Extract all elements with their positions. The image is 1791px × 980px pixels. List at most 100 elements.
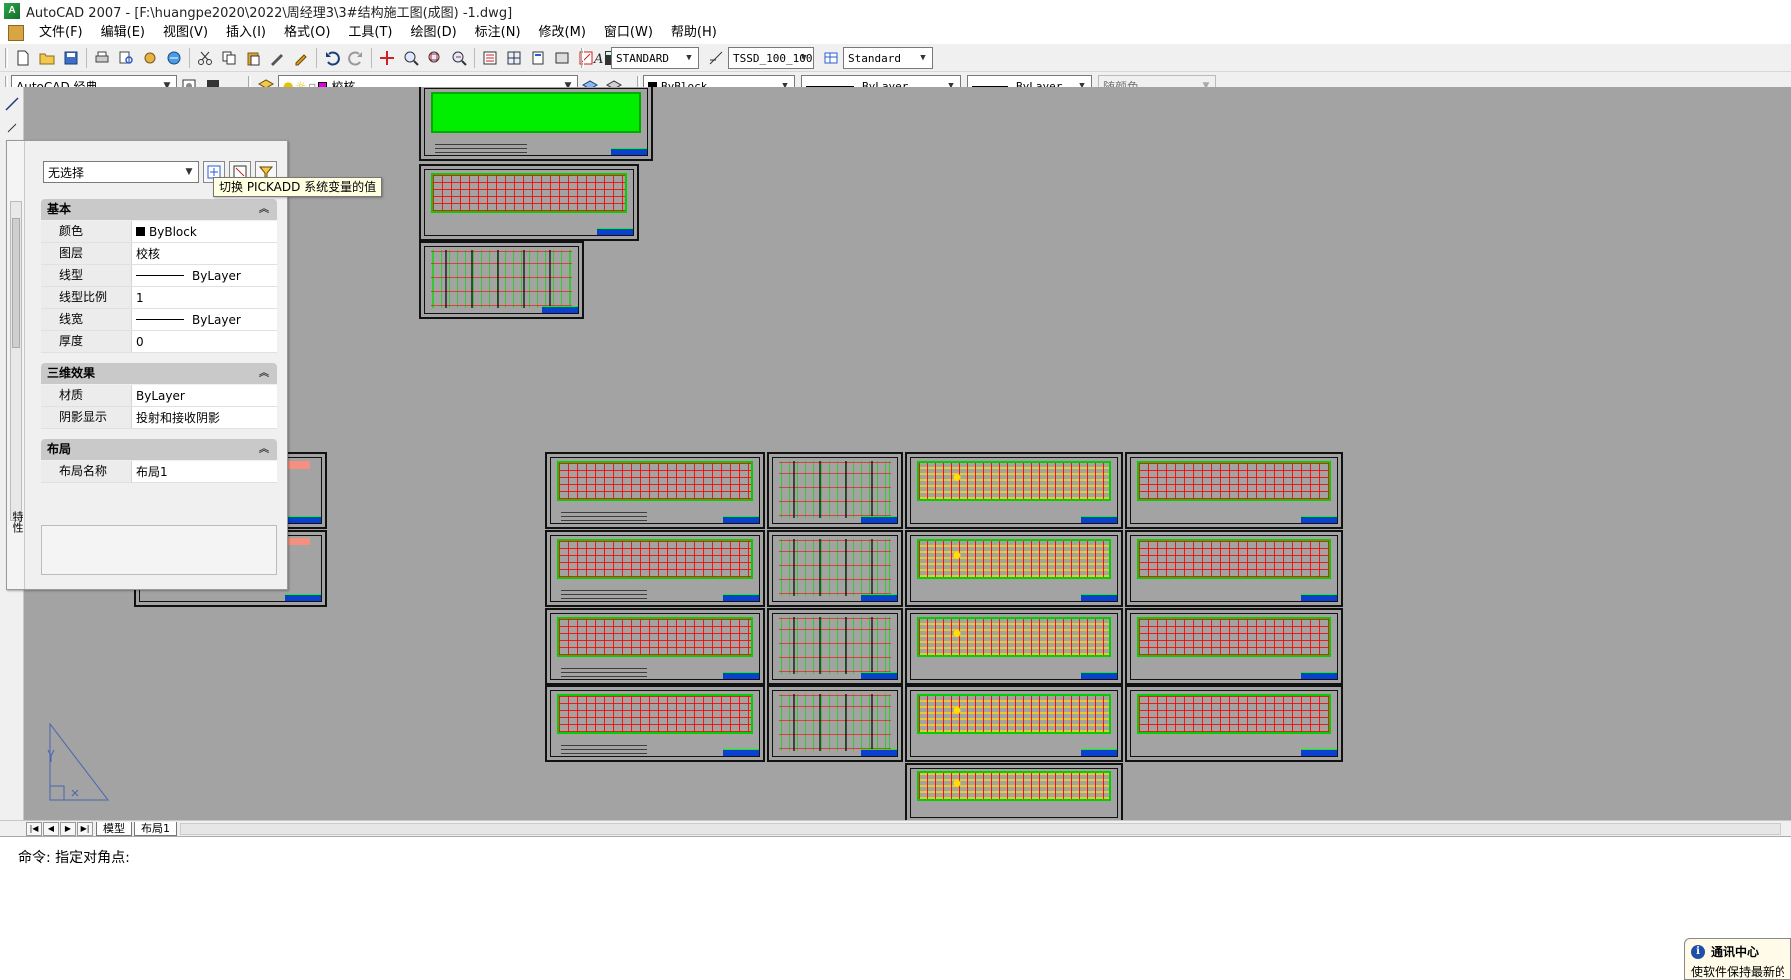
drawing-sheet[interactable] [905, 530, 1123, 607]
dim-style-icon[interactable] [705, 47, 727, 69]
prop-row-linetype-scale[interactable]: 线型比例 1 [41, 287, 277, 309]
drawing-sheet[interactable] [545, 685, 765, 762]
construction-line-icon[interactable] [1, 117, 23, 139]
menu-edit[interactable]: 编辑(E) [92, 22, 154, 44]
prop-row-layout-name[interactable]: 布局名称 布局1 [41, 461, 277, 483]
drawing-sheet[interactable] [1125, 685, 1343, 762]
print-icon[interactable] [91, 47, 113, 69]
publish-icon[interactable] [139, 47, 161, 69]
menu-view[interactable]: 视图(V) [154, 22, 217, 44]
menu-window[interactable]: 窗口(W) [595, 22, 662, 44]
drawing-sheet[interactable] [905, 763, 1123, 820]
drawing-sheet[interactable] [767, 608, 903, 685]
line-tool-icon[interactable] [1, 93, 23, 115]
drawing-sheet[interactable] [905, 685, 1123, 762]
collapse-icon[interactable]: ︽ [259, 199, 269, 220]
prop-row-layer[interactable]: 图层 校核 [41, 243, 277, 265]
dim-style-combo[interactable]: TSSD_100_100 ▼ [728, 47, 814, 69]
drawing-sheet[interactable] [767, 685, 903, 762]
prop-value: ByLayer [192, 312, 241, 327]
save-icon[interactable] [60, 47, 82, 69]
color-swatch [136, 227, 145, 236]
menu-modify[interactable]: 修改(M) [530, 22, 595, 44]
chevron-down-icon: ▼ [185, 167, 193, 177]
document-icon[interactable] [8, 25, 24, 41]
menu-format[interactable]: 格式(O) [275, 22, 339, 44]
tool-palettes-icon[interactable] [527, 47, 549, 69]
open-file-icon[interactable] [36, 47, 58, 69]
3d-dwf-icon[interactable] [163, 47, 185, 69]
menu-tools[interactable]: 工具(T) [339, 22, 401, 44]
paste-icon[interactable] [242, 47, 264, 69]
text-style-icon[interactable]: A [588, 47, 610, 69]
menu-help[interactable]: 帮助(H) [662, 22, 726, 44]
block-editor-icon[interactable] [290, 47, 312, 69]
text-style-combo[interactable]: STANDARD ▼ [611, 47, 699, 69]
menu-dimension[interactable]: 标注(N) [466, 22, 530, 44]
properties-icon[interactable] [479, 47, 501, 69]
drawing-sheet[interactable] [1125, 608, 1343, 685]
drawing-sheet[interactable] [1125, 530, 1343, 607]
prev-tab-icon[interactable]: ◀ [43, 821, 59, 836]
sheet-set-icon[interactable] [551, 47, 573, 69]
section-basic-header[interactable]: 基本 ︽ [41, 199, 277, 220]
menu-insert[interactable]: 插入(I) [217, 22, 275, 44]
tab-model[interactable]: 模型 [96, 821, 132, 836]
autocad-app-icon[interactable]: A [4, 3, 20, 19]
cut-icon[interactable] [194, 47, 216, 69]
communication-center-popup[interactable]: i 通讯中心 使软件保持最新的 [1684, 938, 1791, 980]
match-properties-icon[interactable] [266, 47, 288, 69]
undo-icon[interactable] [321, 47, 343, 69]
next-tab-icon[interactable]: ▶ [60, 821, 76, 836]
collapse-icon[interactable]: ︽ [259, 439, 269, 460]
drawing-sheet[interactable] [419, 241, 584, 319]
table-style-icon[interactable] [820, 47, 842, 69]
prop-row-shadow[interactable]: 阴影显示 投射和接收阴影 [41, 407, 277, 429]
zoom-window-icon[interactable] [424, 47, 446, 69]
prop-row-thickness[interactable]: 厚度 0 [41, 331, 277, 353]
new-file-icon[interactable] [12, 47, 34, 69]
drawing-sheet[interactable] [767, 530, 903, 607]
drawing-sheet[interactable] [419, 164, 639, 241]
section-3d-header[interactable]: 三维效果 ︽ [41, 363, 277, 384]
tab-layout1[interactable]: 布局1 [134, 821, 177, 836]
selection-combo[interactable]: 无选择 ▼ [43, 161, 199, 183]
pan-icon[interactable] [376, 47, 398, 69]
collapse-icon[interactable]: ︽ [259, 363, 269, 384]
drawing-sheet[interactable] [905, 452, 1123, 529]
prop-value: 1 [136, 290, 144, 305]
copy-icon[interactable] [218, 47, 240, 69]
first-tab-icon[interactable]: |◀ [26, 821, 42, 836]
properties-palette: 特性 无选择 ▼ 基本 ︽ 颜色 ByBlock 图层 校核 线型 ByLayer 线型比… [6, 140, 288, 590]
menu-file[interactable]: 文件(F) [30, 22, 92, 44]
zoom-realtime-icon[interactable] [400, 47, 422, 69]
horizontal-scrollbar[interactable] [180, 823, 1781, 835]
palette-scrollbar[interactable] [10, 201, 22, 521]
table-style-combo[interactable]: Standard ▼ [843, 47, 933, 69]
drawing-sheet[interactable] [545, 452, 765, 529]
toolbar-grip[interactable] [5, 48, 8, 68]
toolbar-grip[interactable] [581, 48, 584, 68]
zoom-previous-icon[interactable] [448, 47, 470, 69]
design-center-icon[interactable] [503, 47, 525, 69]
redo-icon[interactable] [345, 47, 367, 69]
drawing-sheet[interactable] [545, 530, 765, 607]
section-3d-title: 三维效果 [47, 366, 96, 380]
prop-row-lineweight[interactable]: 线宽 ByLayer [41, 309, 277, 331]
drawing-sheet[interactable] [905, 608, 1123, 685]
chevron-down-icon: ▼ [801, 53, 807, 63]
plot-preview-icon[interactable] [115, 47, 137, 69]
section-layout-header[interactable]: 布局 ︽ [41, 439, 277, 460]
prop-name: 材质 [41, 385, 132, 406]
menu-draw[interactable]: 绘图(D) [402, 22, 466, 44]
drawing-sheet[interactable] [545, 608, 765, 685]
drawing-sheet[interactable] [419, 87, 653, 161]
drawing-sheet[interactable] [1125, 452, 1343, 529]
prop-row-material[interactable]: 材质 ByLayer [41, 385, 277, 407]
prop-row-linetype[interactable]: 线型 ByLayer [41, 265, 277, 287]
drawing-sheet[interactable] [767, 452, 903, 529]
palette-side-strip[interactable]: 特性 [7, 141, 25, 589]
command-line[interactable]: 命令: 指定对角点: [0, 836, 1791, 980]
last-tab-icon[interactable]: ▶| [77, 821, 93, 836]
prop-row-color[interactable]: 颜色 ByBlock [41, 221, 277, 243]
